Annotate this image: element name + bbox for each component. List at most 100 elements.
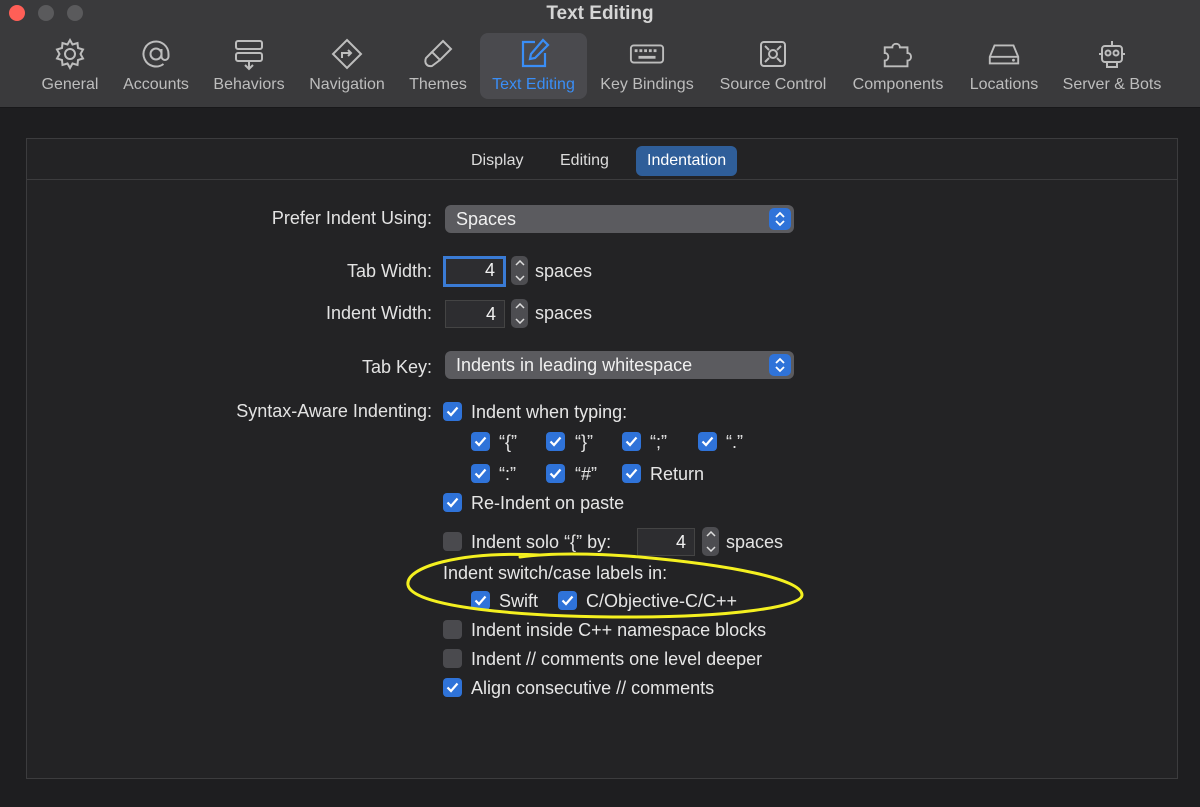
indent-solo-label: Indent solo “{” by: bbox=[471, 532, 612, 552]
toolbar-label: Source Control bbox=[719, 76, 827, 93]
chevron-up-down-icon bbox=[769, 354, 791, 376]
switch-swift-checkbox[interactable] bbox=[471, 591, 490, 610]
indent-when-typing-checkbox[interactable] bbox=[443, 402, 462, 421]
prefer-indent-popup[interactable]: Spaces bbox=[445, 205, 794, 233]
cpp-namespace-checkbox[interactable] bbox=[443, 620, 462, 639]
toolbar-text-editing[interactable]: Text Editing bbox=[480, 33, 587, 99]
behaviors-icon bbox=[231, 36, 267, 72]
prefer-indent-label: Prefer Indent Using: bbox=[271, 208, 432, 228]
tab-editing[interactable]: Editing bbox=[549, 146, 620, 176]
toolbar-general[interactable]: General bbox=[36, 33, 104, 99]
checkmark-icon bbox=[625, 468, 638, 479]
pencil-square-icon bbox=[516, 36, 552, 72]
toolbar-label: Locations bbox=[969, 76, 1039, 93]
checkmark-icon bbox=[446, 406, 459, 417]
puzzle-icon bbox=[880, 36, 916, 72]
checkmark-icon bbox=[549, 468, 562, 479]
switch-swift-label: Swift bbox=[499, 591, 539, 611]
tab-key-label: Tab Key: bbox=[361, 357, 432, 377]
checkmark-icon bbox=[474, 436, 487, 447]
char-semicolon-checkbox[interactable] bbox=[622, 432, 641, 451]
indent-width-stepper[interactable] bbox=[511, 299, 528, 328]
checkmark-icon bbox=[474, 468, 487, 479]
at-icon bbox=[138, 36, 174, 72]
char-hash-label: “#” bbox=[575, 464, 597, 484]
char-open-brace-checkbox[interactable] bbox=[471, 432, 490, 451]
checkmark-icon bbox=[625, 436, 638, 447]
align-comments-checkbox[interactable] bbox=[443, 678, 462, 697]
chevron-up-icon bbox=[514, 260, 525, 266]
window-title: Text Editing bbox=[546, 3, 654, 24]
char-semicolon-label: “;” bbox=[650, 432, 667, 452]
toolbar-accounts[interactable]: Accounts bbox=[117, 33, 195, 99]
checkmark-icon bbox=[446, 682, 459, 693]
switch-c-checkbox[interactable] bbox=[558, 591, 577, 610]
char-period-checkbox[interactable] bbox=[698, 432, 717, 451]
reindent-paste-label: Re-Indent on paste bbox=[471, 493, 625, 513]
toolbar-navigation[interactable]: Navigation bbox=[302, 33, 392, 99]
toolbar-label: Themes bbox=[409, 76, 467, 93]
char-colon-checkbox[interactable] bbox=[471, 464, 490, 483]
char-close-brace-label: “}” bbox=[575, 432, 593, 452]
indent-width-field[interactable]: 4 bbox=[445, 300, 505, 328]
chevron-down-icon bbox=[705, 546, 716, 552]
char-close-brace-checkbox[interactable] bbox=[546, 432, 565, 451]
toolbar-label: General bbox=[41, 76, 99, 93]
char-return-label: Return bbox=[650, 464, 705, 484]
chevron-down-icon bbox=[514, 275, 525, 281]
tab-width-stepper[interactable] bbox=[511, 256, 528, 285]
indent-solo-unit: spaces bbox=[726, 532, 784, 552]
char-hash-checkbox[interactable] bbox=[546, 464, 565, 483]
toolbar-label: Key Bindings bbox=[600, 76, 694, 93]
toolbar-label: Navigation bbox=[309, 76, 385, 93]
chevron-up-icon bbox=[514, 303, 525, 309]
char-period-label: “.” bbox=[726, 432, 743, 452]
tab-width-unit: spaces bbox=[535, 261, 593, 281]
toolbar-key-bindings[interactable]: Key Bindings bbox=[594, 33, 700, 99]
tab-width-label: Tab Width: bbox=[346, 261, 432, 281]
prefer-indent-value: Spaces bbox=[456, 209, 517, 229]
toolbar-label: Text Editing bbox=[492, 76, 575, 93]
indent-solo-checkbox[interactable] bbox=[443, 532, 462, 551]
toolbar-label: Behaviors bbox=[213, 76, 285, 93]
switch-c-label: C/Objective-C/C++ bbox=[586, 591, 738, 611]
chevron-down-icon bbox=[514, 318, 525, 324]
checkmark-icon bbox=[561, 595, 574, 606]
char-colon-label: “:” bbox=[499, 464, 516, 484]
robot-icon bbox=[1094, 36, 1130, 72]
gear-icon bbox=[52, 36, 88, 72]
reindent-paste-checkbox[interactable] bbox=[443, 493, 462, 512]
indent-solo-stepper[interactable] bbox=[702, 527, 719, 556]
chevron-up-down-icon bbox=[769, 208, 791, 230]
toolbar-components[interactable]: Components bbox=[846, 33, 950, 99]
align-comments-label: Align consecutive // comments bbox=[471, 678, 715, 698]
tab-indentation[interactable]: Indentation bbox=[636, 146, 738, 176]
tab-display[interactable]: Display bbox=[460, 146, 534, 176]
drive-icon bbox=[986, 36, 1022, 72]
tab-width-field[interactable]: 4 bbox=[443, 256, 506, 287]
toolbar-source-control[interactable]: Source Control bbox=[712, 33, 834, 99]
toolbar-label: Components bbox=[852, 76, 944, 93]
checkmark-icon bbox=[701, 436, 714, 447]
toolbar-locations[interactable]: Locations bbox=[962, 33, 1046, 99]
checkmark-icon bbox=[474, 595, 487, 606]
indent-when-typing-label: Indent when typing: bbox=[471, 402, 628, 422]
char-return-checkbox[interactable] bbox=[622, 464, 641, 483]
tab-key-popup[interactable]: Indents in leading whitespace bbox=[445, 351, 794, 379]
toolbar-themes[interactable]: Themes bbox=[404, 33, 472, 99]
toolbar-server-bots[interactable]: Server & Bots bbox=[1056, 33, 1168, 99]
divider bbox=[27, 179, 1177, 180]
indent-solo-field[interactable]: 4 bbox=[637, 528, 695, 556]
window-toolbar: Text Editing General Accounts Behaviors … bbox=[0, 0, 1200, 108]
toolbar-label: Server & Bots bbox=[1062, 76, 1162, 93]
comments-deeper-label: Indent // comments one level deeper bbox=[471, 649, 763, 669]
checkmark-icon bbox=[446, 497, 459, 508]
brush-icon bbox=[420, 36, 456, 72]
navigation-icon bbox=[329, 36, 365, 72]
toolbar-behaviors[interactable]: Behaviors bbox=[208, 33, 290, 99]
toolbar-label: Accounts bbox=[123, 76, 189, 93]
source-control-icon bbox=[755, 36, 791, 72]
indent-width-label: Indent Width: bbox=[325, 303, 432, 323]
comments-deeper-checkbox[interactable] bbox=[443, 649, 462, 668]
syntax-aware-label: Syntax-Aware Indenting: bbox=[236, 401, 432, 421]
